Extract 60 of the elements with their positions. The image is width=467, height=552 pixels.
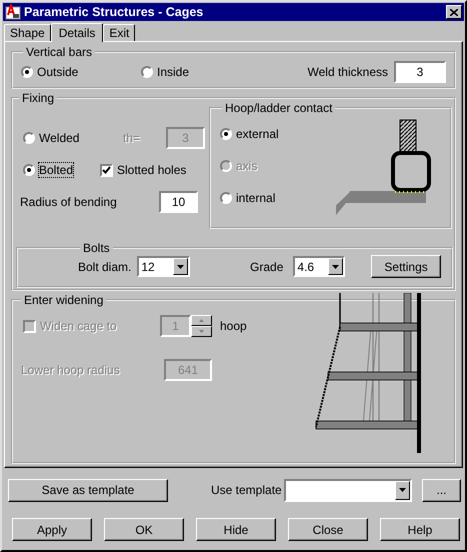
input-field[interactable]: 10 — [159, 191, 198, 213]
dropdown-button[interactable] — [395, 480, 410, 500]
field-label: Radius of bending — [20, 195, 118, 209]
spin-up-button[interactable] — [191, 315, 212, 326]
caret-icon — [399, 488, 406, 492]
field-label: Use template — [211, 483, 283, 497]
radio-button[interactable] — [220, 128, 232, 140]
tab[interactable]: Exit — [103, 24, 136, 41]
tab[interactable]: Details — [50, 23, 104, 42]
group-title: Bolts — [82, 241, 111, 255]
input-field[interactable]: 3 — [394, 61, 446, 83]
checkbox[interactable] — [100, 164, 113, 176]
dialog-button[interactable]: Help — [380, 518, 460, 541]
radio-button[interactable] — [21, 66, 33, 78]
field-label: Grade — [250, 260, 284, 274]
radio-label: axis — [236, 158, 258, 172]
close-icon — [450, 8, 458, 16]
radio-label: Bolted — [39, 163, 74, 177]
check-icon — [102, 166, 111, 174]
save-template-button[interactable]: Save as template — [8, 478, 168, 502]
tab[interactable]: Shape — [4, 24, 51, 41]
field-label: Lower hoop radius — [21, 363, 121, 377]
dropdown-button[interactable] — [328, 258, 344, 275]
dropdown-button[interactable] — [173, 258, 188, 275]
template-dropdown[interactable] — [284, 478, 412, 502]
grade-dropdown[interactable]: 4.6 — [293, 256, 346, 277]
group-title: Hoop/ladder contact — [224, 101, 334, 115]
group-title: Enter widening — [23, 293, 104, 307]
radio-label: Welded — [39, 131, 80, 145]
caret-icon — [177, 264, 184, 268]
down-arrow-icon — [199, 330, 204, 333]
group-title: Fixing — [21, 91, 56, 105]
group-title: Vertical bars — [25, 45, 94, 59]
field-label: th= — [123, 131, 142, 145]
checkbox-label: Widen cage to — [40, 319, 117, 333]
dialog-button[interactable]: OK — [104, 518, 184, 541]
field-label: Bolt diam. — [78, 260, 132, 274]
radio-button[interactable] — [23, 164, 35, 176]
dialog-button[interactable]: Hide — [196, 518, 276, 541]
app-icon — [5, 4, 21, 20]
checkbox-label: Slotted holes — [117, 163, 186, 177]
radio-label: internal — [236, 190, 276, 204]
dialog-button[interactable]: Close — [288, 518, 368, 541]
dialog-button[interactable]: Apply — [12, 518, 92, 541]
settings-button[interactable]: Settings — [371, 255, 441, 278]
browse-button[interactable]: ... — [422, 478, 461, 502]
field-label: Weld thickness — [308, 65, 388, 79]
radio-button[interactable] — [23, 132, 35, 144]
caret-icon — [332, 264, 340, 268]
radio-button[interactable] — [220, 192, 232, 204]
window-title: Parametric Structures - Cages — [24, 5, 204, 19]
close-button[interactable] — [446, 5, 462, 19]
radio-label: Outside — [37, 65, 78, 79]
radio-label: external — [236, 126, 279, 140]
up-arrow-icon — [199, 319, 204, 322]
unit-label: hoop — [220, 319, 247, 333]
spin-down-button[interactable] — [191, 326, 212, 337]
radio-button[interactable] — [141, 66, 153, 78]
radio-label: Inside — [157, 65, 190, 79]
bolt-diameter-dropdown[interactable]: 12 — [137, 256, 190, 277]
